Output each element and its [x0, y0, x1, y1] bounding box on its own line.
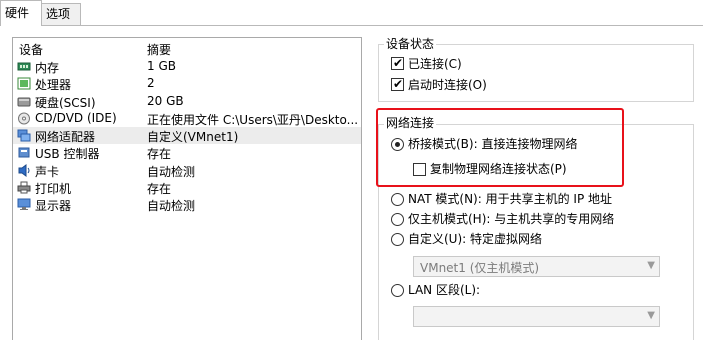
summary-column-header[interactable]: 摘要	[147, 41, 171, 58]
highlight-box	[376, 108, 624, 187]
device-name: 处理器	[35, 78, 72, 93]
sound-card-icon	[18, 163, 30, 177]
device-name: 硬盘(SCSI)	[35, 95, 96, 110]
device-summary: 正在使用文件 C:\Users\亚丹\Deskto...	[147, 112, 359, 127]
device-name: 显示器	[35, 199, 72, 214]
device-name: 网络适配器	[35, 130, 96, 145]
device-row-usb[interactable]: USB 控制器 存在	[13, 144, 361, 161]
custom-label[interactable]: 自定义(U): 特定虚拟网络	[408, 231, 542, 247]
device-row-display[interactable]: 显示器 自动检测	[13, 196, 361, 213]
device-status-title: 设备状态	[384, 37, 437, 51]
device-name: 内存	[35, 61, 60, 75]
processor-icon	[17, 77, 31, 90]
chevron-down-icon: ▼	[647, 260, 655, 271]
device-summary: 自动检测	[147, 199, 196, 214]
device-row-printer[interactable]: 打印机 存在	[13, 179, 361, 196]
host-only-radio[interactable]	[391, 213, 404, 226]
tab-options[interactable]: 选项	[41, 3, 81, 25]
device-status-group	[378, 44, 694, 102]
printer-icon	[17, 181, 31, 194]
device-summary: 自动检测	[147, 164, 196, 179]
lan-segment-select[interactable]: ▼	[413, 306, 660, 327]
lan-segment-label[interactable]: LAN 区段(L):	[408, 282, 480, 298]
host-only-label[interactable]: 仅主机模式(H): 与主机共享的专用网络	[408, 211, 614, 227]
device-list-header: 设备 摘要	[13, 38, 361, 58]
device-name: 打印机	[35, 182, 72, 197]
device-summary: 2	[147, 76, 155, 91]
usb-icon	[18, 147, 30, 158]
connect-at-power-on-checkbox[interactable]	[391, 76, 404, 92]
device-name: CD/DVD (IDE)	[35, 110, 117, 125]
device-summary: 1 GB	[147, 59, 176, 73]
device-column-header[interactable]: 设备	[19, 41, 43, 58]
device-row-processor[interactable]: 处理器 2	[13, 75, 361, 92]
custom-radio[interactable]	[391, 233, 404, 246]
custom-network-select[interactable]: VMnet1 (仅主机模式) ▼	[413, 256, 660, 277]
device-summary: 存在	[147, 182, 172, 197]
lan-segment-radio[interactable]	[391, 284, 404, 297]
network-adapter-icon	[17, 129, 31, 142]
nat-radio[interactable]	[391, 193, 404, 206]
connect-at-power-on-label[interactable]: 启动时连接(O)	[408, 77, 487, 93]
device-name: USB 控制器	[35, 147, 100, 162]
tab-divider	[0, 25, 703, 26]
device-summary: 自定义(VMnet1)	[147, 130, 239, 145]
device-row-memory[interactable]: 内存 1 GB	[13, 58, 361, 75]
device-row-hard-disk[interactable]: 硬盘(SCSI) 20 GB	[13, 93, 361, 110]
device-list: 设备 摘要 内存 1 GB 处理器 2 硬盘(SCSI) 20 GB CD/DV…	[12, 37, 362, 340]
chevron-down-icon: ▼	[647, 310, 655, 321]
cd-dvd-icon	[18, 112, 30, 125]
display-icon	[17, 198, 31, 211]
tab-bar: 硬件 选项	[0, 0, 703, 26]
memory-icon	[17, 62, 31, 71]
connected-label[interactable]: 已连接(C)	[408, 56, 462, 72]
device-row-sound-card[interactable]: 声卡 自动检测	[13, 162, 361, 179]
hard-disk-icon	[17, 97, 31, 107]
custom-network-value: VMnet1 (仅主机模式)	[420, 261, 540, 275]
connected-checkbox[interactable]	[391, 55, 404, 71]
device-summary: 存在	[147, 147, 172, 162]
device-row-network-adapter[interactable]: 网络适配器 自定义(VMnet1)	[13, 127, 361, 145]
tab-hardware[interactable]: 硬件	[0, 0, 42, 26]
device-row-cd-dvd[interactable]: CD/DVD (IDE) 正在使用文件 C:\Users\亚丹\Deskto..…	[13, 110, 361, 127]
nat-label[interactable]: NAT 模式(N): 用于共享主机的 IP 地址	[408, 191, 612, 207]
device-summary: 20 GB	[147, 93, 184, 108]
device-name: 声卡	[35, 164, 60, 179]
